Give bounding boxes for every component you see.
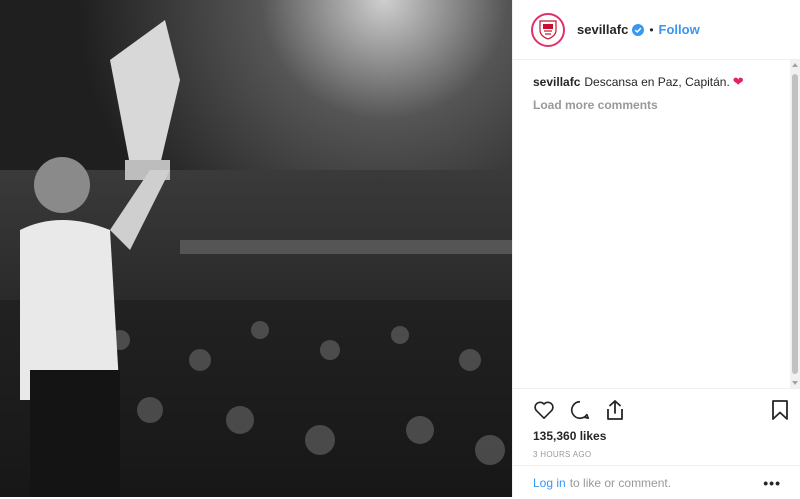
- follow-button[interactable]: Follow: [659, 22, 700, 37]
- comments-area: sevillafc Descansa en Paz, Capitán. ❤ Load…: [513, 60, 791, 388]
- heart-emoji: ❤: [732, 74, 744, 89]
- header-username[interactable]: sevillafc: [577, 22, 628, 37]
- avatar[interactable]: [531, 12, 565, 47]
- heart-like-icon[interactable]: [533, 400, 555, 420]
- scrollbar-thumb[interactable]: [792, 74, 798, 374]
- verified-badge-icon: [632, 23, 645, 36]
- share-icon[interactable]: [605, 399, 625, 421]
- post-side-panel: sevillafc • Follow sevillafc Descansa en …: [512, 0, 800, 497]
- post-photo[interactable]: [0, 0, 512, 497]
- scroll-down-arrow-icon[interactable]: [792, 381, 798, 385]
- action-icons-row: [513, 389, 800, 421]
- load-more-comments-button[interactable]: Load more comments: [533, 98, 791, 112]
- post-header: sevillafc • Follow: [513, 0, 800, 60]
- likes-count[interactable]: 135,360 likes: [513, 429, 800, 443]
- photo-illustration: [0, 0, 512, 497]
- caption: sevillafc Descansa en Paz, Capitán. ❤: [533, 74, 791, 90]
- bookmark-icon[interactable]: [771, 399, 789, 421]
- post-actions: 135,360 likes 3 HOURS AGO Log in to like…: [513, 388, 800, 498]
- club-crest-icon: [535, 16, 561, 43]
- scroll-up-arrow-icon[interactable]: [792, 63, 798, 67]
- comment-bubble-icon[interactable]: [569, 399, 591, 421]
- post-timestamp: 3 HOURS AGO: [533, 450, 592, 459]
- more-options-icon[interactable]: •••: [763, 475, 781, 491]
- login-link[interactable]: Log in: [533, 476, 566, 490]
- caption-username[interactable]: sevillafc: [533, 75, 580, 89]
- caption-text: Descansa en Paz, Capitán.: [584, 75, 730, 89]
- header-separator: •: [649, 22, 654, 37]
- login-prompt: Log in to like or comment. •••: [513, 465, 800, 499]
- login-prompt-text: to like or comment.: [569, 475, 672, 490]
- comments-scrollbar[interactable]: [790, 60, 800, 388]
